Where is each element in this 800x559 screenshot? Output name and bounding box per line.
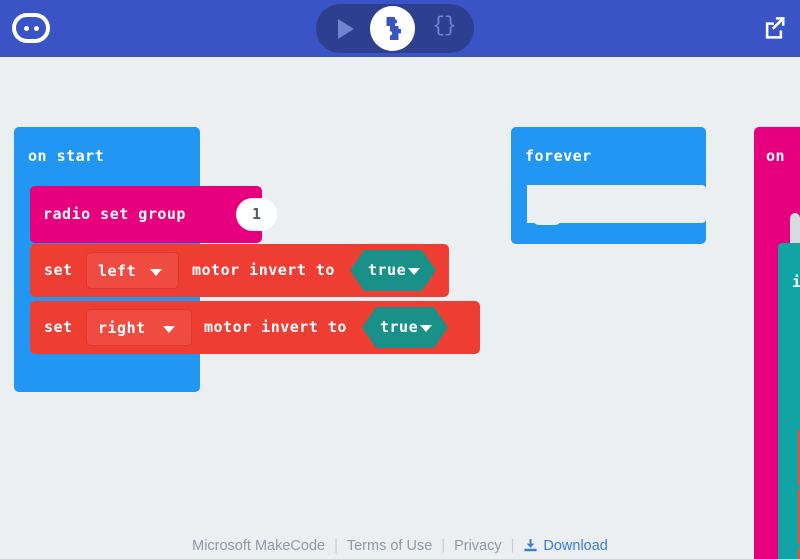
footer-download-label: Download xyxy=(543,537,608,554)
radio-set-group-label: radio set group xyxy=(43,205,186,223)
block-forever[interactable]: forever xyxy=(511,127,706,244)
footer: Microsoft MakeCode | Terms of Use | Priv… xyxy=(0,532,800,559)
logo-right-dot xyxy=(34,26,39,31)
chevron-down-icon xyxy=(420,325,432,332)
motor-dropdown-right-label: right xyxy=(98,319,146,337)
footer-privacy-link[interactable]: Privacy xyxy=(445,538,511,554)
boolean-true-left-label: true xyxy=(368,261,407,279)
footer-terms-link[interactable]: Terms of Use xyxy=(338,538,441,554)
top-toolbar: {} xyxy=(0,0,800,57)
chevron-down-icon xyxy=(150,269,162,276)
external-link-icon[interactable] xyxy=(760,13,788,41)
chevron-down-icon xyxy=(408,268,420,275)
boolean-true-right[interactable]: true xyxy=(362,307,448,348)
set-left-prefix-label: set xyxy=(44,261,73,279)
set-left-middle-label: motor invert to xyxy=(192,261,335,279)
block-radio-set-group[interactable]: radio set group 1 xyxy=(30,186,277,243)
radio-group-number-field[interactable]: 1 xyxy=(236,198,277,231)
logo-left-dot xyxy=(24,26,29,31)
footer-download-link[interactable]: Download xyxy=(514,538,617,554)
set-right-middle-label: motor invert to xyxy=(204,318,347,336)
forever-top-notch xyxy=(533,185,561,195)
horizontal-scrollbar-track[interactable] xyxy=(0,512,800,526)
makecode-logo-icon[interactable] xyxy=(12,13,50,43)
puzzle-piece-icon xyxy=(386,17,401,40)
download-icon xyxy=(524,538,537,552)
set-right-prefix-label: set xyxy=(44,318,73,336)
block-set-motor-invert-right[interactable]: set right motor invert to true xyxy=(30,301,480,354)
forever-label: forever xyxy=(525,147,592,165)
on-start-label: on start xyxy=(28,147,105,165)
play-icon[interactable] xyxy=(338,19,354,39)
block-set-motor-invert-left[interactable]: set left motor invert to true xyxy=(30,244,449,297)
blocks-workspace[interactable]: on start radio set group 1 set left moto… xyxy=(0,57,800,559)
motor-dropdown-left[interactable]: left xyxy=(86,252,179,289)
tab-blocks[interactable] xyxy=(370,6,415,51)
footer-brand[interactable]: Microsoft MakeCode xyxy=(183,538,334,554)
block-offscreen-event[interactable]: on if xyxy=(754,127,800,559)
forever-bottom-notch xyxy=(533,215,561,225)
motor-dropdown-left-label: left xyxy=(98,262,137,280)
tab-javascript[interactable]: {} xyxy=(428,15,460,38)
boolean-true-left[interactable]: true xyxy=(350,250,436,291)
chevron-down-icon xyxy=(163,326,175,333)
makecode-editor: {} on start radio set group 1 set left m… xyxy=(0,0,800,559)
motor-dropdown-right[interactable]: right xyxy=(86,309,192,346)
offscreen-event-label: on xyxy=(766,147,786,165)
boolean-true-right-label: true xyxy=(380,318,419,336)
offscreen-if-label: if xyxy=(792,273,800,291)
editor-mode-switcher: {} xyxy=(316,4,474,53)
